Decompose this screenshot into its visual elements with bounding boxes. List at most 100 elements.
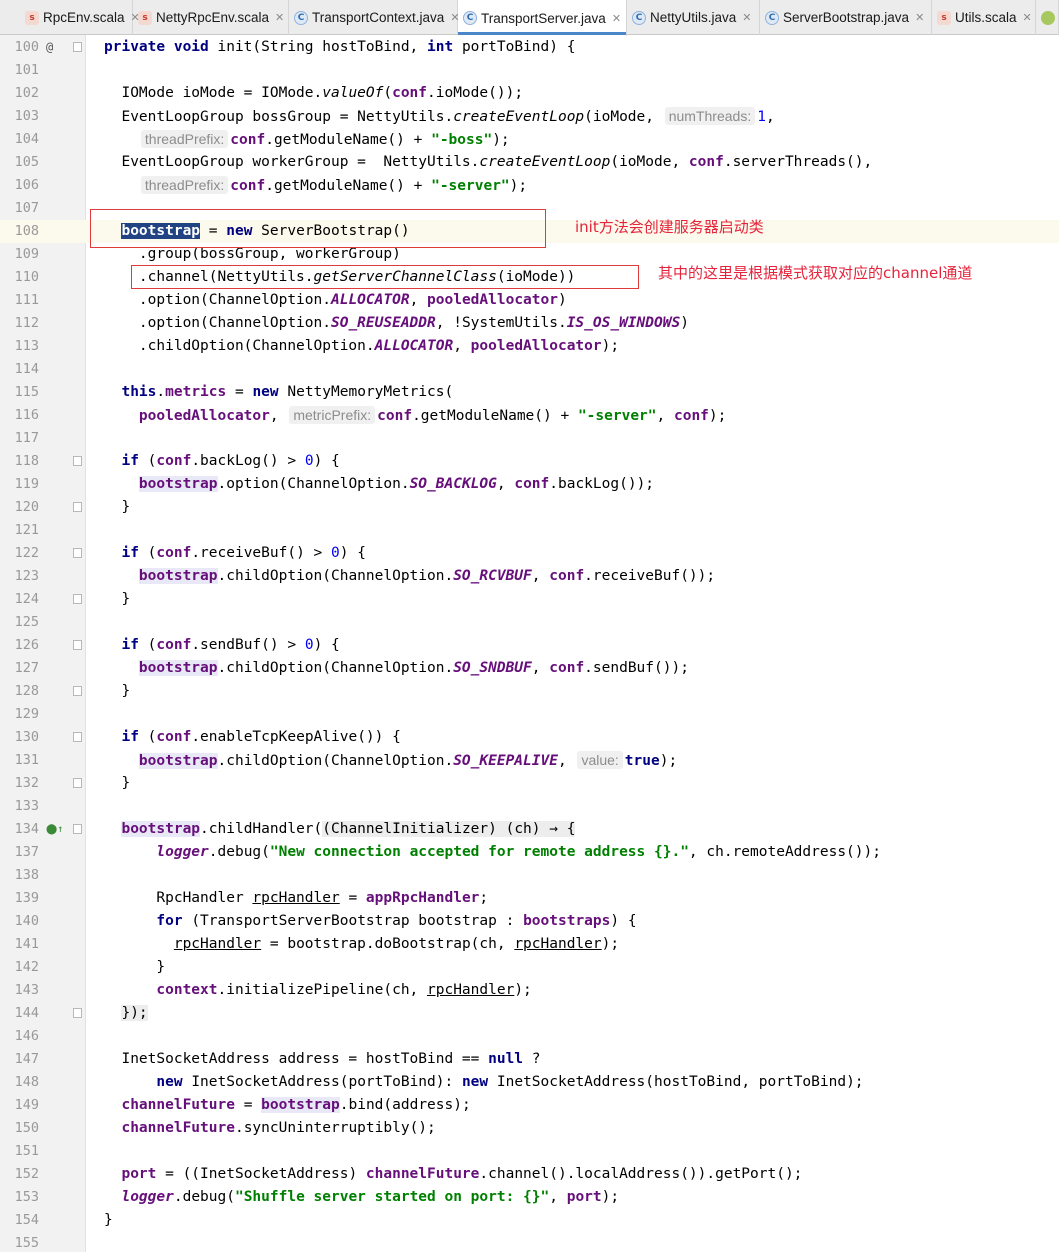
code-line[interactable]: 101: [0, 59, 1059, 82]
code-line[interactable]: 119 bootstrap.option(ChannelOption.SO_BA…: [0, 473, 1059, 496]
implements-up-arrow-icon[interactable]: ⬤↑: [46, 818, 63, 841]
tab-6[interactable]: s Utils.scala ✕: [932, 0, 1036, 35]
code-line[interactable]: 151: [0, 1140, 1059, 1163]
code-line[interactable]: 118 if (conf.backLog() > 0) {: [0, 450, 1059, 473]
code-line[interactable]: 128 }: [0, 680, 1059, 703]
close-tab-icon[interactable]: ✕: [612, 12, 621, 25]
code-text: IOMode ioMode = IOMode.valueOf(conf.ioMo…: [104, 82, 523, 105]
fold-toggle-icon[interactable]: [73, 42, 82, 52]
code-token: .option(ChannelOption.: [104, 315, 331, 331]
close-tab-icon[interactable]: ✕: [1023, 11, 1032, 24]
code-line[interactable]: 126 if (conf.sendBuf() > 0) {: [0, 634, 1059, 657]
tab-label: ServerBootstrap.java: [783, 10, 910, 25]
code-token: (TransportServerBootstrap bootstrap :: [182, 913, 524, 929]
code-line[interactable]: 152 port = ((InetSocketAddress) channelF…: [0, 1163, 1059, 1186]
annotation-box-channel: [131, 265, 639, 289]
code-line[interactable]: 139 RpcHandler rpcHandler = appRpcHandle…: [0, 887, 1059, 910]
code-line[interactable]: 149 channelFuture = bootstrap.bind(addre…: [0, 1094, 1059, 1117]
close-tab-icon[interactable]: ✕: [915, 11, 924, 24]
code-line[interactable]: 140 for (TransportServerBootstrap bootst…: [0, 910, 1059, 933]
code-line[interactable]: 150 channelFuture.syncUninterruptibly();: [0, 1117, 1059, 1140]
code-line[interactable]: 138: [0, 864, 1059, 887]
code-line[interactable]: 104 threadPrefix: conf.getModuleName() + …: [0, 128, 1059, 151]
code-line[interactable]: 129: [0, 703, 1059, 726]
code-token: ) {: [339, 545, 366, 561]
code-line[interactable]: 141 rpcHandler = bootstrap.doBootstrap(c…: [0, 933, 1059, 956]
code-line[interactable]: 123 bootstrap.childOption(ChannelOption.…: [0, 565, 1059, 588]
code-token: (: [383, 85, 393, 101]
code-line[interactable]: 100 @ private void init(String hostToBind,…: [0, 36, 1059, 59]
tab-2[interactable]: C TransportContext.java ✕: [289, 0, 460, 35]
tab-3[interactable]: C TransportServer.java ✕: [458, 0, 627, 36]
close-tab-icon[interactable]: ✕: [742, 11, 751, 24]
code-line[interactable]: 125: [0, 611, 1059, 634]
code-line[interactable]: 127 bootstrap.childOption(ChannelOption.…: [0, 657, 1059, 680]
tab-5[interactable]: C ServerBootstrap.java ✕: [760, 0, 932, 35]
code-line[interactable]: 120 }: [0, 496, 1059, 519]
line-number: 100: [14, 39, 39, 55]
fold-toggle-icon[interactable]: [73, 824, 82, 834]
fold-toggle-icon[interactable]: [73, 594, 82, 604]
code-token: }: [104, 1212, 113, 1228]
code-line[interactable]: 133: [0, 795, 1059, 818]
close-tab-icon[interactable]: ✕: [275, 11, 284, 24]
code-line[interactable]: 142 }: [0, 956, 1059, 979]
code-line[interactable]: 146: [0, 1025, 1059, 1048]
code-line[interactable]: 121: [0, 519, 1059, 542]
code-text: }: [104, 588, 130, 611]
tab-7[interactable]: T: [1036, 0, 1059, 35]
code-line[interactable]: 132 }: [0, 772, 1059, 795]
code-line[interactable]: 111 .option(ChannelOption.ALLOCATOR, poo…: [0, 289, 1059, 312]
code-line[interactable]: 124 }: [0, 588, 1059, 611]
code-line[interactable]: 114: [0, 358, 1059, 381]
fold-toggle-icon[interactable]: [73, 732, 82, 742]
code-line[interactable]: 112 .option(ChannelOption.SO_REUSEADDR, …: [0, 312, 1059, 335]
code-token: (ioMode,: [610, 154, 689, 170]
code-line[interactable]: 102 IOMode ioMode = IOMode.valueOf(conf.…: [0, 82, 1059, 105]
annotation-box-bootstrap: [90, 209, 546, 248]
code-line[interactable]: 115 this.metrics = new NettyMemoryMetric…: [0, 381, 1059, 404]
fold-toggle-icon[interactable]: [73, 686, 82, 696]
code-line[interactable]: 148 new InetSocketAddress(portToBind): n…: [0, 1071, 1059, 1094]
fold-toggle-icon[interactable]: [73, 1008, 82, 1018]
code-line[interactable]: 131 bootstrap.childOption(ChannelOption.…: [0, 749, 1059, 772]
fold-toggle-icon[interactable]: [73, 778, 82, 788]
code-token: ;: [479, 890, 489, 906]
code-line[interactable]: 143 context.initializePipeline(ch, rpcHa…: [0, 979, 1059, 1002]
line-number: 126: [14, 637, 39, 653]
code-line[interactable]: 137 logger.debug("New connection accepte…: [0, 841, 1059, 864]
code-line[interactable]: 130 if (conf.enableTcpKeepAlive()) {: [0, 726, 1059, 749]
code-token: .debug(: [208, 844, 270, 860]
line-number: 151: [14, 1143, 39, 1159]
code-line[interactable]: 134 ⬤↑ bootstrap.childHandler((ChannelIni…: [0, 818, 1059, 841]
code-token: = bootstrap.doBootstrap(ch,: [261, 936, 515, 952]
code-line[interactable]: 153 logger.debug("Shuffle server started…: [0, 1186, 1059, 1209]
fold-toggle-icon[interactable]: [73, 456, 82, 466]
fold-toggle-icon[interactable]: [73, 640, 82, 650]
code-line[interactable]: 147 InetSocketAddress address = hostToBi…: [0, 1048, 1059, 1071]
fold-toggle-icon[interactable]: [73, 502, 82, 512]
fold-toggle-icon[interactable]: [73, 548, 82, 558]
tab-1[interactable]: s NettyRpcEnv.scala ✕: [133, 0, 289, 35]
tab-4[interactable]: C NettyUtils.java ✕: [627, 0, 760, 35]
tab-0[interactable]: s RpcEnv.scala ✕: [20, 0, 140, 35]
code-line[interactable]: 106 threadPrefix: conf.getModuleName() + …: [0, 174, 1059, 197]
code-line[interactable]: 117: [0, 427, 1059, 450]
code-line[interactable]: 105 EventLoopGroup workerGroup = NettyUt…: [0, 151, 1059, 174]
code-line[interactable]: 122 if (conf.receiveBuf() > 0) {: [0, 542, 1059, 565]
line-number: 120: [14, 499, 39, 515]
code-text: pooledAllocator, metricPrefix: conf.getMo…: [104, 404, 726, 427]
code-line[interactable]: 103 EventLoopGroup bossGroup = NettyUtil…: [0, 105, 1059, 128]
code-line[interactable]: 154}: [0, 1209, 1059, 1232]
code-line[interactable]: 116 pooledAllocator, metricPrefix: conf.g…: [0, 404, 1059, 427]
code-token: conf: [230, 178, 266, 194]
java-class-icon: C: [632, 10, 646, 25]
annotation-at-icon[interactable]: @: [46, 36, 53, 59]
code-line[interactable]: 144 });: [0, 1002, 1059, 1025]
code-line[interactable]: 113 .childOption(ChannelOption.ALLOCATOR…: [0, 335, 1059, 358]
